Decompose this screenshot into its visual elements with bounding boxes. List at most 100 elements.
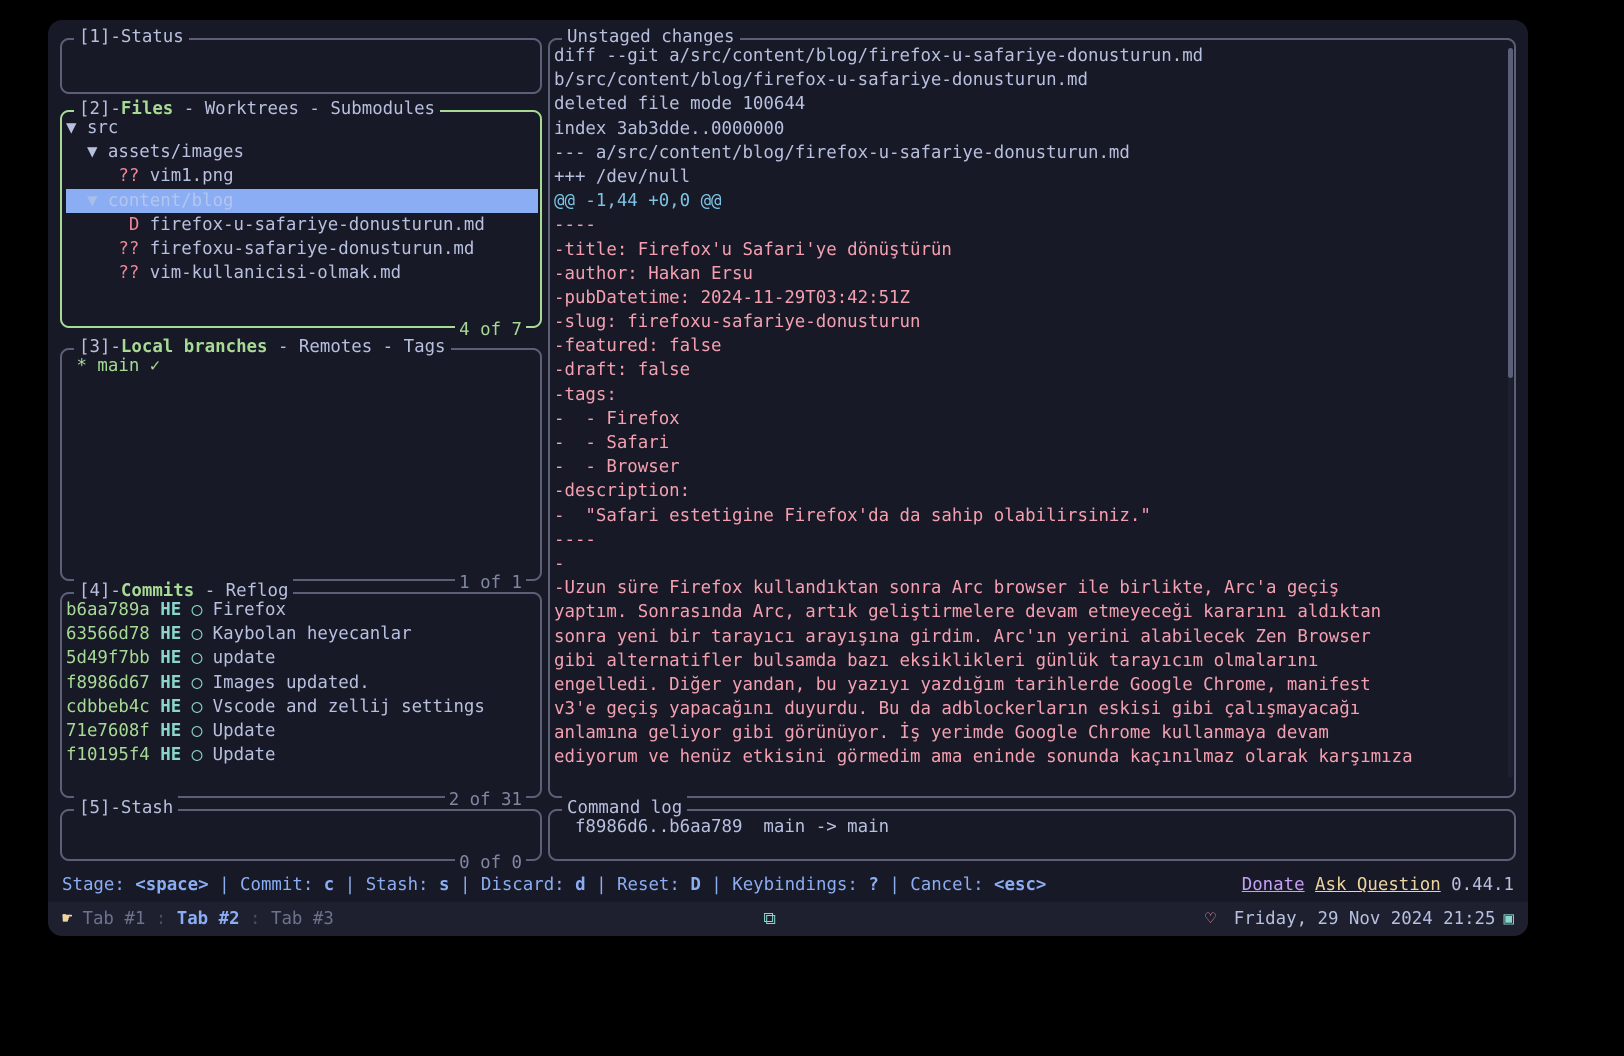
panel-command-log[interactable]: Command log f8986d6..b6aa789 main -> mai… <box>548 796 1516 861</box>
commit-hash: 71e7608f <box>66 720 150 741</box>
diff-line-del[interactable]: ediyorum ve henüz etkisini görmedim ama … <box>554 745 1500 769</box>
panel-files[interactable]: [2]-Files - Worktrees - Submodules 4 of … <box>60 97 542 342</box>
commit-author-initials: HE <box>160 648 182 669</box>
commit-author-initials: HE <box>160 720 182 741</box>
diff-line-del[interactable]: -slug: firefoxu-safariye-donusturun <box>554 310 1500 334</box>
commit-subject: Update <box>212 745 276 766</box>
panel-commits[interactable]: [4]-Commits - Reflog 2 of 31 b6aa789a HE… <box>60 579 542 812</box>
branches-list[interactable]: * main ✓ <box>66 354 538 577</box>
diff-line-hunk[interactable]: @@ -1,44 +0,0 @@ <box>554 189 1500 213</box>
diff-line-meta[interactable]: +++ /dev/null <box>554 165 1500 189</box>
commit-hash: 5d49f7bb <box>66 648 150 669</box>
terminal-surface: [1]-Status ✓ blog → main [2]-Files - Wor… <box>48 20 1528 936</box>
commit-graph-node-icon: ◯ <box>191 745 203 766</box>
diff-line-del[interactable]: - - Safari <box>554 431 1500 455</box>
file-status-icon: ?? <box>118 263 140 284</box>
diff-line-del[interactable]: -tags: <box>554 383 1500 407</box>
tab-item[interactable]: Tab #3 <box>271 902 334 936</box>
diff-line-del[interactable]: -title: Firefox'u Safari'ye dönüştürün <box>554 238 1500 262</box>
files-tree[interactable]: ▼ src ▼ assets/images ?? vim1.png ▼ cont… <box>66 116 538 324</box>
keybinding-hint[interactable]: Stage: <space> <box>62 875 209 895</box>
panel-stash[interactable]: [5]-Stash 0 of 0 <box>60 796 542 875</box>
keybinding-hint[interactable]: Keybindings: ? <box>732 875 879 895</box>
diff-line-meta[interactable]: b/src/content/blog/firefox-u-safariye-do… <box>554 68 1500 92</box>
file-status-icon: D <box>118 214 140 235</box>
file-tree-row[interactable]: ?? firefoxu-safariye-donusturun.md <box>66 237 538 261</box>
keybinding-label: Keybindings: <box>732 875 869 895</box>
diff-line-meta[interactable]: --- a/src/content/blog/firefox-u-safariy… <box>554 141 1500 165</box>
diff-line-del[interactable]: -description: <box>554 479 1500 503</box>
commit-row[interactable]: 71e7608f HE ◯ Update <box>66 719 538 743</box>
tab-list[interactable]: Tab #1 : Tab #2 : Tab #3 <box>82 902 333 936</box>
keybinding-hint[interactable]: Commit: c <box>240 875 334 895</box>
disclosure-arrow-icon[interactable]: ▼ <box>66 191 108 211</box>
diff-line-meta[interactable]: diff --git a/src/content/blog/firefox-u-… <box>554 44 1500 68</box>
diff-scrollbar-thumb[interactable] <box>1508 48 1513 378</box>
diff-line-del[interactable]: - - Firefox <box>554 407 1500 431</box>
diff-line-del[interactable]: -Uzun süre Firefox kullandıktan sonra Ar… <box>554 576 1500 600</box>
diff-line-del[interactable]: sonra yeni bir tarayıcı arayışına girdim… <box>554 625 1500 649</box>
commit-row[interactable]: f8986d67 HE ◯ Images updated. <box>66 671 538 695</box>
disclosure-arrow-icon[interactable]: ▼ <box>66 118 87 138</box>
file-tree-row[interactable]: ?? vim-kullanicisi-olmak.md <box>66 261 538 285</box>
diff-line-del[interactable]: -featured: false <box>554 334 1500 358</box>
keybinding-hint[interactable]: Reset: D <box>617 875 701 895</box>
diff-content[interactable]: diff --git a/src/content/blog/firefox-u-… <box>554 44 1500 794</box>
tab-item[interactable]: Tab #1 <box>82 902 145 936</box>
file-tree-row[interactable]: ?? vim1.png <box>66 164 538 188</box>
keybinding-label: Stage: <box>62 875 136 895</box>
commit-row[interactable]: 5d49f7bb HE ◯ update <box>66 646 538 670</box>
file-tree-label: vim-kullanicisi-olmak.md <box>139 263 402 284</box>
keybinding-hint[interactable]: Stash: s <box>366 875 450 895</box>
diff-line-meta[interactable]: index 3ab3dde..0000000 <box>554 117 1500 141</box>
heart-icon: ♡ <box>1205 909 1216 929</box>
commit-row[interactable]: b6aa789a HE ◯ Firefox <box>66 598 538 622</box>
diff-scrollbar[interactable] <box>1508 48 1513 778</box>
commit-row[interactable]: 63566d78 HE ◯ Kaybolan heyecanlar <box>66 622 538 646</box>
donate-link[interactable]: Donate <box>1242 875 1305 895</box>
diff-line-del[interactable]: - "Safari estetigine Firefox'da da sahip… <box>554 504 1500 528</box>
commit-subject: Images updated. <box>212 672 370 693</box>
stash-list[interactable] <box>66 815 538 857</box>
diff-line-del[interactable]: anlamına geliyor gibi görünüyor. İş yeri… <box>554 721 1500 745</box>
commit-hash: 63566d78 <box>66 624 150 645</box>
commit-row[interactable]: f10195f4 HE ◯ Update <box>66 743 538 767</box>
tab-item[interactable]: Tab #2 <box>177 902 240 936</box>
file-tree-row[interactable]: D firefox-u-safariye-donusturun.md <box>66 213 538 237</box>
keybinding-label: Commit: <box>240 875 324 895</box>
panel-status[interactable]: [1]-Status ✓ blog → main <box>60 25 542 94</box>
diff-line-del[interactable]: ---- <box>554 528 1500 552</box>
diff-line-del[interactable]: yaptım. Sonrasında Arc, artık geliştirme… <box>554 600 1500 624</box>
keybinding-label: Stash: <box>365 875 439 895</box>
panel-branches[interactable]: [3]-Local branches - Remotes - Tags 1 of… <box>60 335 542 595</box>
file-tree-row[interactable]: ▼ src <box>66 116 538 140</box>
branch-sync-icon: ✓ <box>139 356 161 376</box>
diff-line-del[interactable]: - - Browser <box>554 455 1500 479</box>
ask-question-link[interactable]: Ask Question <box>1315 875 1441 895</box>
commit-hash: f10195f4 <box>66 745 150 766</box>
diff-line-del[interactable]: - <box>554 552 1500 576</box>
keybinding-key: c <box>323 875 335 895</box>
keybinding-key: ? <box>868 875 879 895</box>
diff-line-del[interactable]: -author: Hakan Ersu <box>554 262 1500 286</box>
file-tree-row[interactable]: ▼ assets/images <box>66 140 538 164</box>
keybinding-label: Discard: <box>480 875 576 895</box>
file-tree-row[interactable]: ▼ content/blog <box>66 188 538 213</box>
diff-line-del[interactable]: ---- <box>554 213 1500 237</box>
panel-unstaged-changes[interactable]: Unstaged changes diff --git a/src/conten… <box>548 25 1516 798</box>
commit-row[interactable]: cdbbeb4c HE ◯ Vscode and zellij settings <box>66 695 538 719</box>
commits-list[interactable]: b6aa789a HE ◯ Firefox 63566d78 HE ◯ Kaybo… <box>66 598 538 794</box>
keybinding-hint[interactable]: Cancel: <esc> <box>910 875 1046 895</box>
diff-line-del[interactable]: v3'e geçiş yapacağını duyurdu. Bu da adb… <box>554 697 1500 721</box>
keybinding-hint[interactable]: Discard: d <box>481 875 586 895</box>
branch-row[interactable]: * main ✓ <box>66 354 538 378</box>
diff-line-meta[interactable]: deleted file mode 100644 <box>554 92 1500 116</box>
disclosure-arrow-icon[interactable]: ▼ <box>66 142 108 162</box>
diff-line-del[interactable]: engelledi. Diğer yandan, bu yazıyı yazdı… <box>554 673 1500 697</box>
tabbar-right: ♡ Friday, 29 Nov 2024 21:25 ▣ <box>1205 902 1514 936</box>
diff-line-del[interactable]: -draft: false <box>554 358 1500 382</box>
diff-line-del[interactable]: -pubDatetime: 2024-11-29T03:42:51Z <box>554 286 1500 310</box>
diff-line-del[interactable]: gibi alternatifler bulsamda bazı eksikli… <box>554 649 1500 673</box>
